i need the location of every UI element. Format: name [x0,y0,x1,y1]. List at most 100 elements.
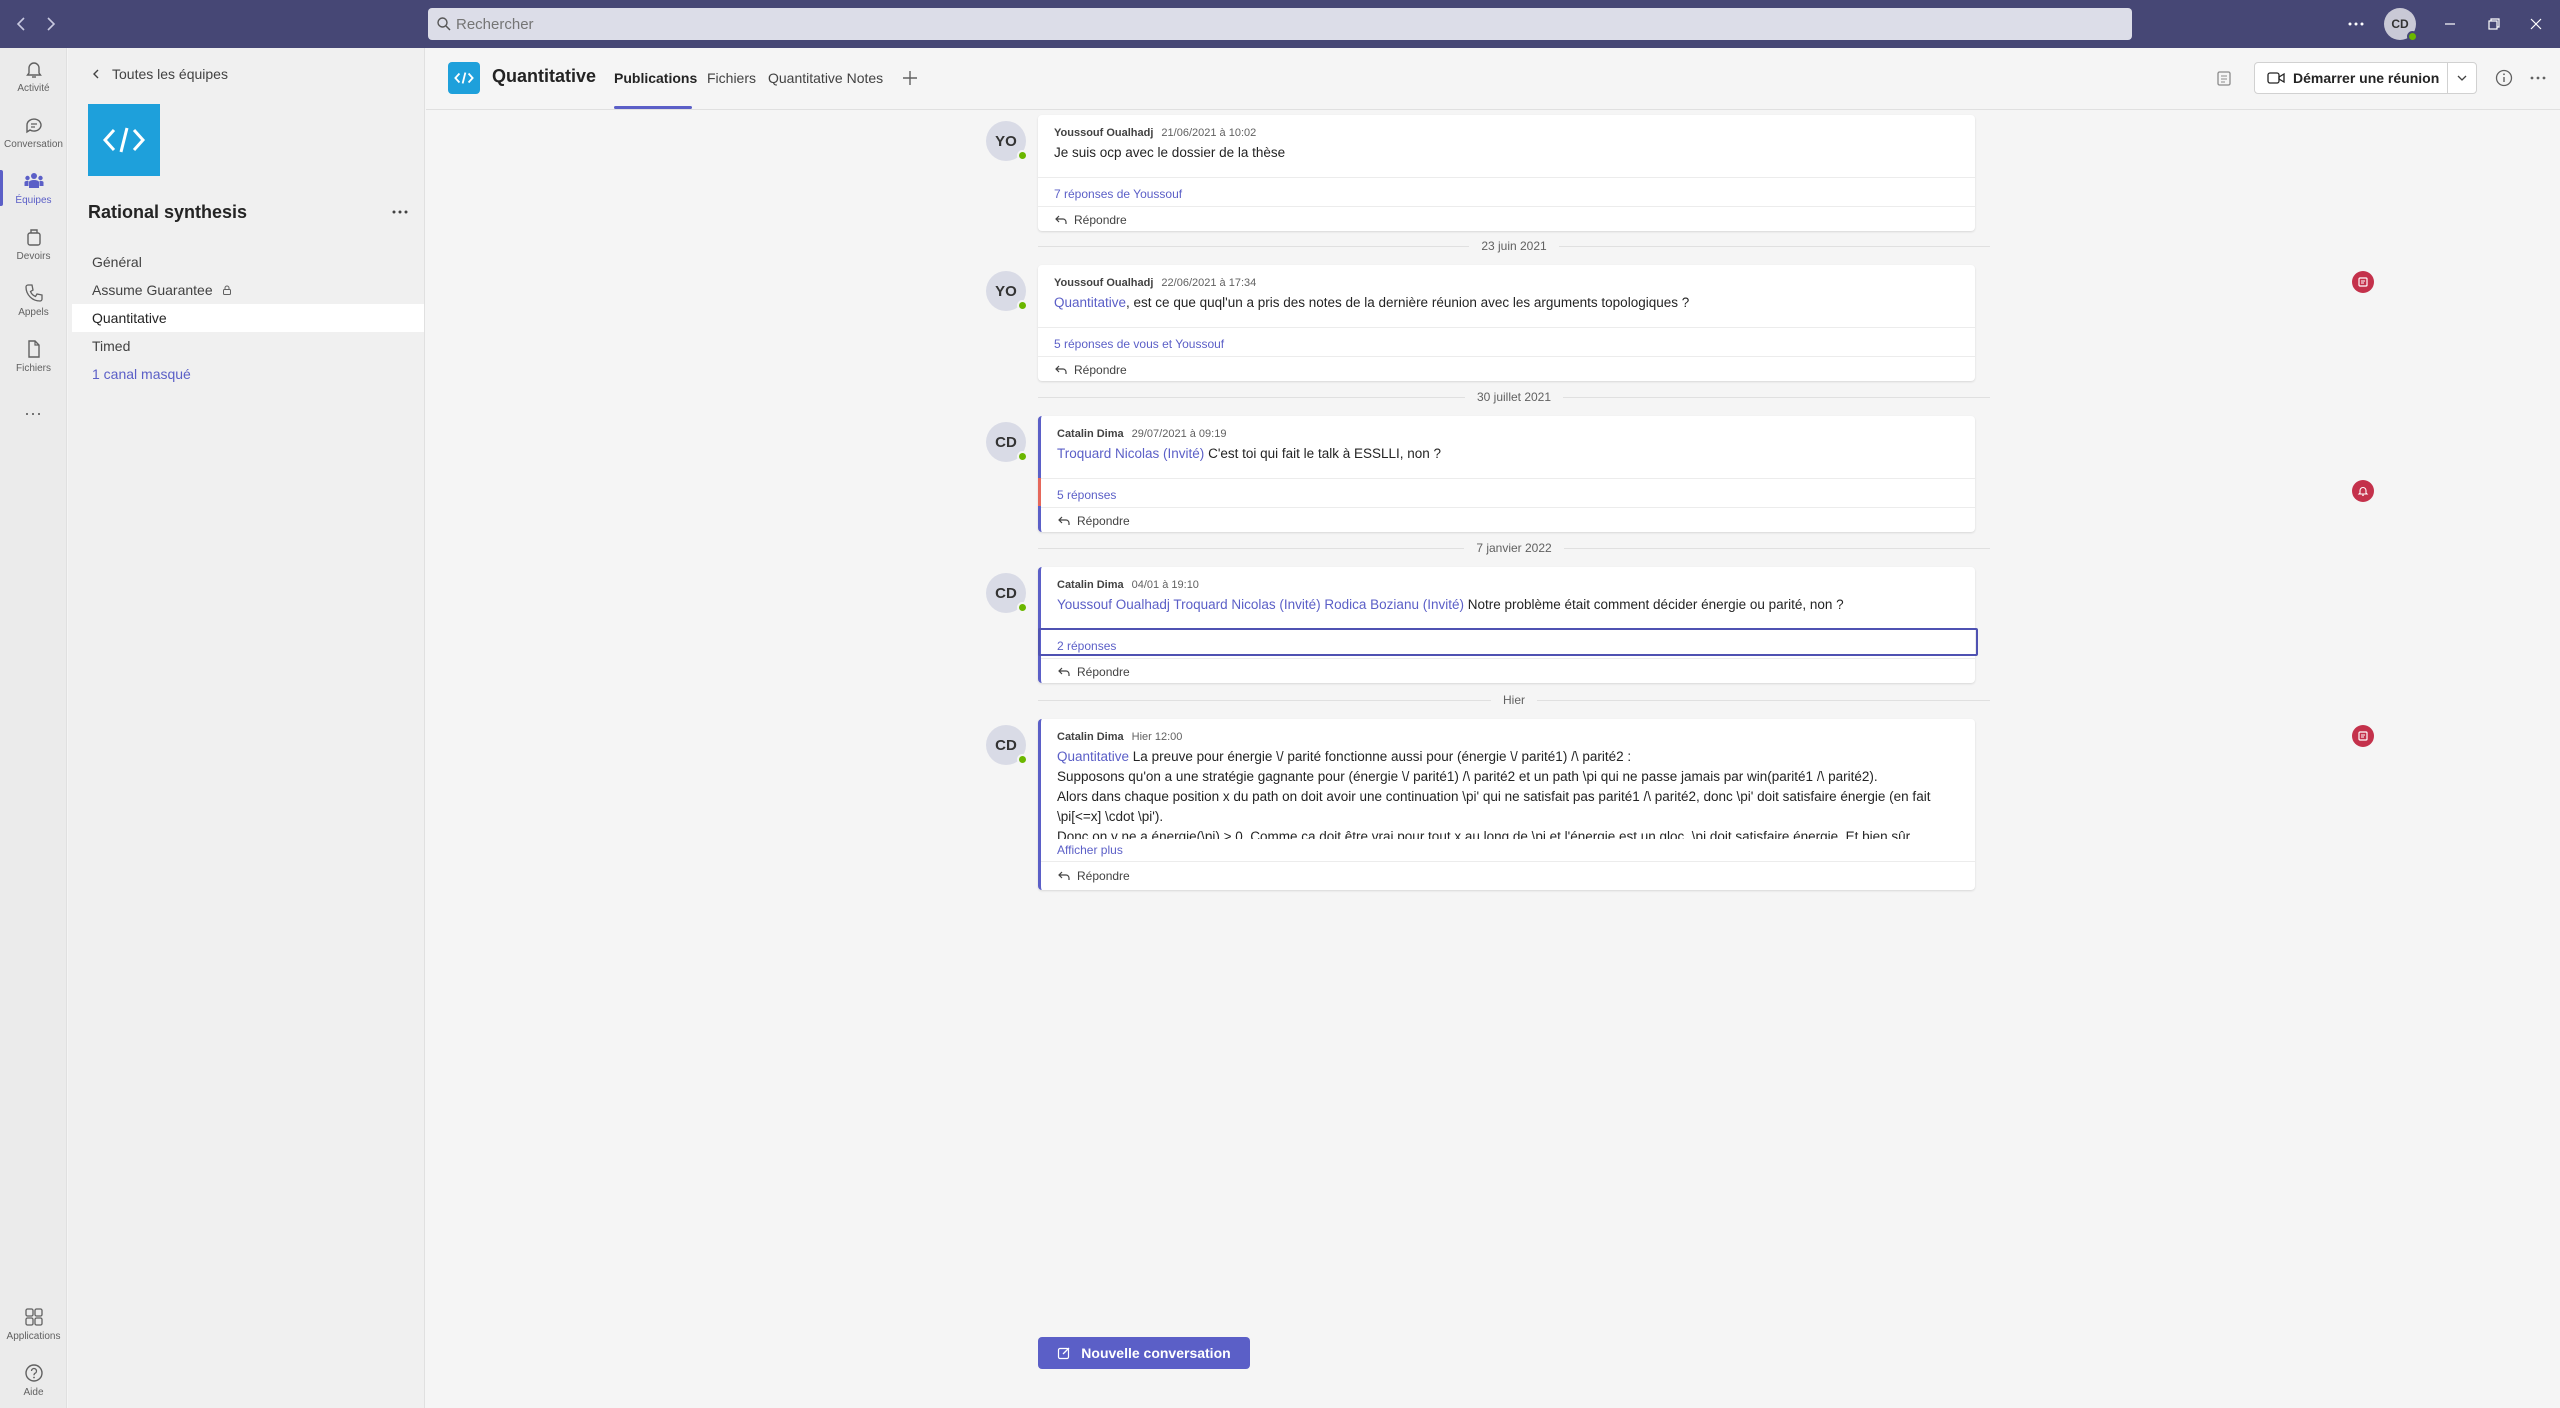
minimize-icon[interactable] [2438,12,2462,36]
tab-files[interactable]: Fichiers [707,70,756,86]
divider [1041,507,1975,508]
close-icon[interactable] [2524,12,2548,36]
active-tab-indicator [614,106,692,109]
rail-item-chat[interactable]: Conversation [0,104,67,160]
message-header: Catalin Dima 04/01 à 19:10 [1057,579,1199,591]
start-meeting-button[interactable]: Démarrer une réunion [2254,62,2448,94]
tab-publications[interactable]: Publications [614,70,697,86]
replies-link[interactable]: 7 réponses de Youssouf [1054,187,1182,201]
team-more-options-icon[interactable] [390,204,410,220]
reply-button[interactable]: Répondre [1057,665,1130,679]
mention[interactable]: Quantitative [1057,749,1129,764]
message-author: Catalin Dima [1057,428,1124,440]
message-text: Alors dans chaque position x du path on … [1057,789,1931,824]
new-conversation-button[interactable]: Nouvelle conversation [1038,1337,1250,1369]
avatar-initials: YO [995,282,1017,300]
presence-available-icon [1017,754,1028,765]
rail-more-button[interactable]: ... [0,384,67,434]
reply-button[interactable]: Répondre [1054,213,1127,227]
search-input[interactable] [456,8,2056,40]
divider [1038,177,1975,178]
mention[interactable]: Quantitative [1054,295,1126,310]
message-card: CD Catalin Dima 29/07/2021 à 09:19 Troqua… [986,416,1975,532]
mention[interactable]: Youssouf Oualhadj Troquard Nicolas (Invi… [1057,597,1464,612]
channel-info-icon[interactable] [2492,66,2516,90]
restore-icon[interactable] [2482,12,2506,36]
message-body: Quantitative La preuve pour énergie \/ p… [1057,747,1961,839]
channel-label: Assume Guarantee [92,282,213,298]
all-teams-link[interactable]: Toutes les équipes [90,66,228,82]
message-text: , est ce que quql'un a pris des notes de… [1126,295,1690,310]
replies-link[interactable]: 5 réponses [1057,488,1116,502]
channel-more-options-icon[interactable] [2526,66,2550,90]
rail-item-teams[interactable]: Équipes [0,160,67,216]
conversation-feed: YO Youssouf Oualhadj 21/06/2021 à 10:02 J… [426,111,2560,1408]
message-card: YO Youssouf Oualhadj 21/06/2021 à 10:02 J… [986,115,1975,231]
video-camera-icon [2267,71,2285,85]
more-apps-icon: ... [24,398,43,419]
avatar: YO [986,121,1028,161]
rail-item-help[interactable]: Aide [0,1352,67,1408]
channel-assume-guarantee[interactable]: Assume Guarantee [72,276,424,304]
tab-quantitative-notes[interactable]: Quantitative Notes [768,70,883,86]
rail-label: Appels [18,307,49,318]
replies-link[interactable]: 2 réponses [1057,639,1116,653]
reply-label: Répondre [1074,363,1127,377]
channel-label: Timed [92,338,131,354]
new-conversation-label: Nouvelle conversation [1081,1345,1231,1361]
more-options-icon[interactable] [2344,12,2368,36]
channel-label: 1 canal masqué [92,366,191,382]
avatar: CD [986,725,1028,765]
presence-available-icon [1017,451,1028,462]
rail-label: Devoirs [16,251,51,262]
presence-available-icon [1017,602,1028,613]
show-more-link[interactable]: Afficher plus [1057,843,1123,857]
date-label: 23 juin 2021 [1481,239,1547,253]
reply-label: Répondre [1077,869,1130,883]
reply-button[interactable]: Répondre [1057,869,1130,883]
chevron-down-icon [2456,72,2468,84]
rail-item-calls[interactable]: Appels [0,272,67,328]
mention[interactable]: Troquard Nicolas (Invité) [1057,446,1204,461]
message-author: Youssouf Oualhadj [1054,277,1154,289]
rail-item-files[interactable]: Fichiers [0,328,67,384]
rail-item-activity[interactable]: Activité [0,48,67,104]
message-body: Youssouf Oualhadj Troquard Nicolas (Invi… [1057,595,1961,615]
message-text: Je suis ocp avec le dossier de la thèse [1054,145,1286,160]
assignments-icon [23,226,45,248]
reply-arrow-icon [1054,214,1068,226]
forward-arrow-icon[interactable] [38,12,62,36]
divider [1038,206,1975,207]
channel-quantitative[interactable]: Quantitative [72,304,424,332]
date-label: Hier [1503,693,1526,707]
team-name: Rational synthesis [88,202,248,222]
back-arrow-icon[interactable] [10,12,34,36]
message-text: La preuve pour énergie \/ parité fonctio… [1129,749,1632,764]
user-avatar[interactable]: CD [2384,8,2418,42]
avatar-initials: CD [995,584,1017,602]
app-rail: Activité Conversation Équipes Devoirs Ap… [0,48,67,1408]
avatar: CD [986,422,1028,462]
channel-timed[interactable]: Timed [72,332,424,360]
reply-button[interactable]: Répondre [1057,514,1130,528]
phone-icon [23,282,45,304]
message-text: Supposons qu'on a une stratégie gagnante… [1057,769,1878,784]
divider [1038,327,1975,328]
meeting-notes-icon[interactable] [2214,68,2234,88]
divider [1041,658,1975,659]
meeting-options-dropdown[interactable] [2447,62,2477,94]
message-body: Quantitative, est ce que quql'un a pris … [1054,293,1961,313]
date-divider: 7 janvier 2022 [1038,538,1991,558]
hidden-channels-link[interactable]: 1 canal masqué [72,360,424,388]
add-tab-icon[interactable] [898,66,922,90]
replies-link[interactable]: 5 réponses de vous et Youssouf [1054,337,1224,351]
all-teams-label: Toutes les équipes [112,66,228,82]
search-box[interactable] [428,8,2132,40]
message-author: Catalin Dima [1057,731,1124,743]
channel-header: Quantitative Publications Fichiers Quant… [426,48,2560,110]
channel-general[interactable]: Général [72,248,424,276]
message-header: Catalin Dima 29/07/2021 à 09:19 [1057,428,1226,440]
rail-item-assignments[interactable]: Devoirs [0,216,67,272]
rail-item-applications[interactable]: Applications [0,1296,67,1352]
reply-button[interactable]: Répondre [1054,363,1127,377]
